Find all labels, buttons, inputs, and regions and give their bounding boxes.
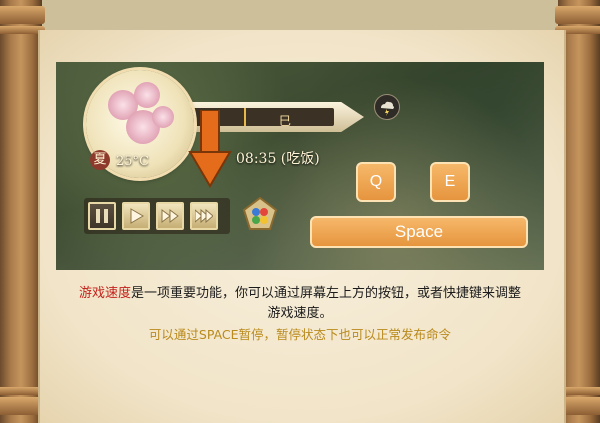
left-pillar: [0, 0, 45, 423]
fastest-speed-button[interactable]: [190, 202, 218, 230]
play-icon: [130, 208, 144, 224]
pillar-cap: [0, 6, 45, 24]
tutorial-screenshot: 巳 夏 25°C 08:35 (吃饭) Q E Space: [56, 62, 544, 270]
time-marker: [244, 108, 246, 126]
space-key[interactable]: Space: [310, 216, 528, 248]
play-speed-button[interactable]: [122, 202, 150, 230]
fast-speed-button[interactable]: [156, 202, 184, 230]
tutorial-note: 可以通过SPACE暂停，暂停状态下也可以正常发布命令: [148, 327, 452, 342]
e-key[interactable]: E: [430, 162, 470, 202]
fast-forward-icon: [161, 209, 179, 223]
caption-highlight: 游戏速度: [78, 286, 131, 301]
fastest-forward-icon: [195, 208, 213, 224]
game-speed-controls: [84, 198, 230, 234]
color-wheel-icon[interactable]: [242, 196, 278, 232]
temperature-label: 25°C: [116, 154, 149, 169]
time-readout: 08:35 (吃饭): [236, 151, 320, 167]
pause-button[interactable]: [88, 202, 116, 230]
q-key[interactable]: Q: [356, 162, 396, 202]
season-badge: 夏: [90, 150, 110, 170]
flower-icon: [134, 82, 160, 108]
caption-body-line2: 游戏速度。: [267, 306, 333, 321]
down-arrow-icon: [188, 110, 232, 188]
pillar-cap: [555, 6, 600, 24]
time-period-label: 巳: [279, 114, 292, 128]
caption-body-line1: 是一项重要功能，你可以通过屏幕左上方的按钮，或者快捷键来调整: [131, 286, 522, 301]
flower-icon: [152, 106, 174, 128]
tutorial-caption: 游戏速度是一项重要功能，你可以通过屏幕左上方的按钮，或者快捷键来调整 游戏速度。: [56, 284, 544, 324]
storm-weather-icon: [374, 94, 400, 120]
pause-icon: [96, 209, 108, 223]
